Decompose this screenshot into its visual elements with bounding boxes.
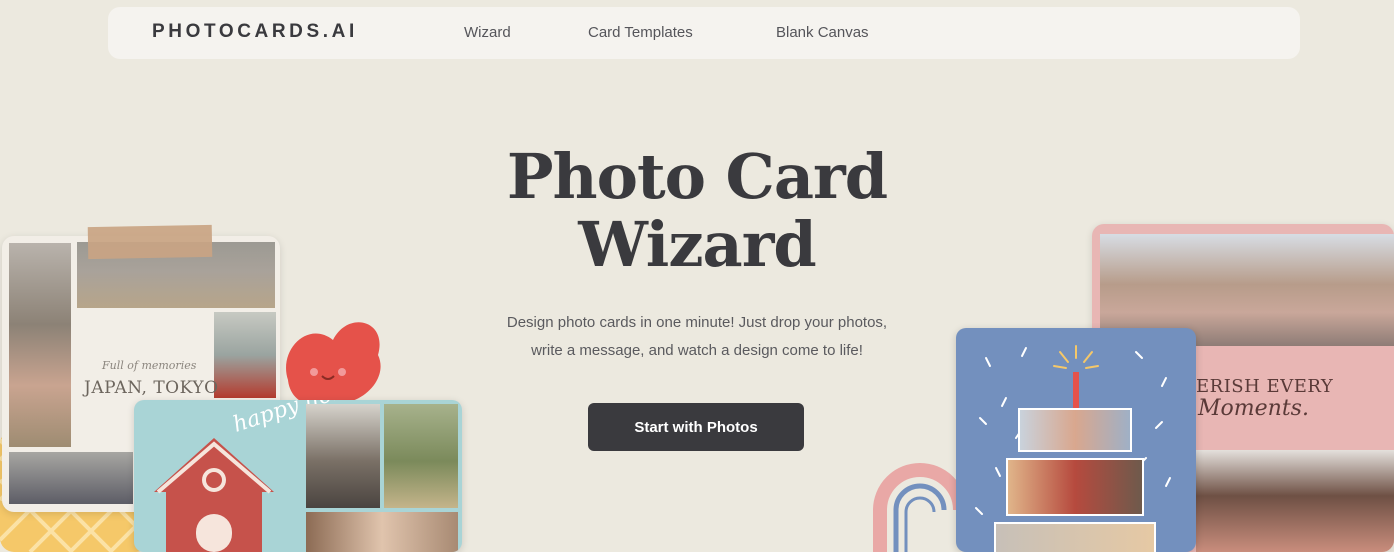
red-flower-decoration	[286, 322, 381, 405]
nav-link-blank-canvas[interactable]: Blank Canvas	[776, 24, 869, 41]
photo-party-hats	[996, 524, 1154, 552]
happy-holidays-card: happy holidays!	[134, 400, 462, 552]
photo-baby	[306, 512, 458, 552]
photo-elder	[9, 452, 133, 504]
birthday-card	[956, 328, 1196, 552]
nav-link-wizard[interactable]: Wizard	[464, 24, 511, 41]
top-nav-bar: PHOTOCARDS.AI Wizard Card Templates Blan…	[108, 7, 1300, 59]
site-logo[interactable]: PHOTOCARDS.AI	[152, 21, 358, 43]
photo-birthday-party	[1008, 460, 1142, 514]
photo-walk	[384, 404, 458, 508]
hero-subtitle-line-1: Design photo cards in one minute! Just d…	[506, 314, 888, 331]
photo-birthday-friends	[1020, 410, 1130, 450]
photo-friends-glasses	[1196, 450, 1394, 552]
photo-family	[306, 404, 380, 508]
rainbow-decoration	[873, 463, 967, 552]
cherish-card-title: ERISH EVERY	[1196, 376, 1334, 397]
hero-subtitle: Design photo cards in one minute! Just d…	[447, 309, 947, 365]
hero-subtitle-line-2: write a message, and watch a design come…	[531, 342, 863, 359]
japan-card-title: JAPAN, TOKYO	[84, 378, 219, 398]
cherish-card-script: Moments.	[1198, 396, 1309, 421]
nav-link-card-templates[interactable]: Card Templates	[588, 24, 693, 41]
photo-vending-machine	[214, 312, 276, 398]
start-with-photos-button[interactable]: Start with Photos	[588, 403, 804, 451]
gingerbread-house-icon	[154, 438, 274, 552]
hero-title-line-1: Photo Card	[506, 140, 888, 213]
japan-card-script: Full of memories	[102, 359, 197, 372]
